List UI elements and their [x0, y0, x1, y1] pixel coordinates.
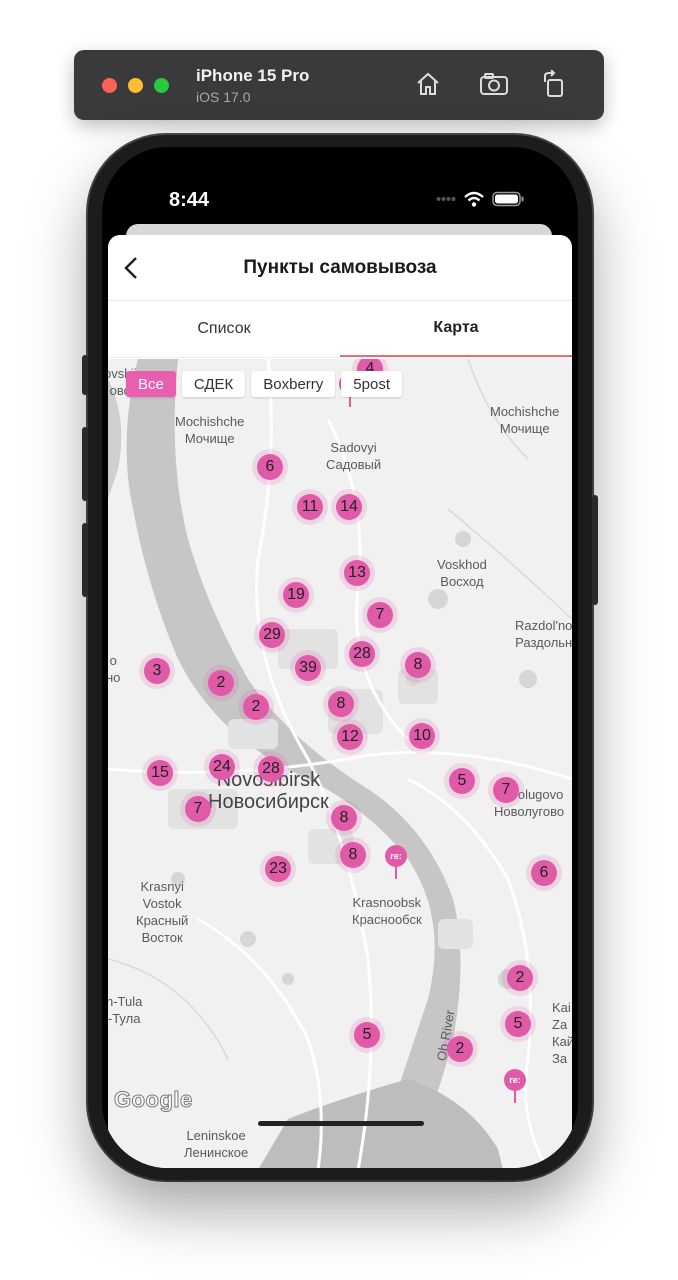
pickup-cluster[interactable]: 10	[409, 723, 435, 749]
power-button	[592, 495, 598, 605]
home-icon	[417, 72, 439, 95]
pickup-cluster[interactable]: 3	[144, 658, 170, 684]
rotate-icon	[544, 70, 563, 97]
google-logo: Google	[114, 1087, 193, 1113]
pickup-cluster[interactable]: 11	[297, 494, 323, 520]
pickup-cluster[interactable]: 28	[258, 756, 284, 782]
pickup-cluster[interactable]: 19	[283, 582, 309, 608]
cellular-icon	[436, 197, 456, 201]
pickup-cluster[interactable]: 8	[405, 652, 431, 678]
place-label: Mochishche Мочище	[490, 404, 560, 436]
pickup-cluster[interactable]: 5	[354, 1022, 380, 1048]
filter-5post-chip[interactable]: 5post	[341, 371, 402, 397]
place-label: Razdol'no Раздольн	[515, 618, 572, 650]
filter-all-chip[interactable]: Все	[126, 371, 176, 397]
home-indicator[interactable]	[258, 1121, 424, 1126]
screen: 8:44 Пункты самовывоза Список Карта Все …	[102, 147, 578, 1168]
pickup-cluster[interactable]: 5	[449, 768, 475, 794]
pickup-cluster[interactable]: 24	[209, 754, 235, 780]
battery-icon	[492, 191, 524, 207]
filter-boxberry-chip[interactable]: Boxberry	[251, 371, 336, 397]
pickup-cluster[interactable]: 23	[265, 856, 291, 882]
place-label: Kai Za Кай За	[552, 1000, 572, 1066]
pickup-cluster[interactable]: 29	[259, 622, 285, 648]
wifi-icon	[464, 191, 484, 207]
status-time: 8:44	[169, 189, 210, 211]
tab-list[interactable]: Список	[108, 301, 340, 357]
pickup-cluster[interactable]: 8	[331, 805, 357, 831]
place-label: Voskhod Восход	[437, 557, 487, 589]
filter-cdek-chip[interactable]: СДЕК	[181, 371, 246, 397]
pickup-cluster[interactable]: 14	[336, 494, 362, 520]
pickup-cluster[interactable]: 2	[447, 1036, 473, 1062]
navigation-bar: Пункты самовывоза	[108, 235, 572, 301]
pickup-cluster[interactable]: 13	[344, 560, 370, 586]
map-view[interactable]: Все СДЕК Boxberry 5post ovskiiово Mochis…	[108, 359, 572, 1168]
pickup-cluster[interactable]: 7	[185, 796, 211, 822]
pickup-cluster[interactable]: 7	[367, 602, 393, 628]
place-label: Sadovyi Садовый	[326, 440, 382, 472]
place-label: Mochishche Мочище	[175, 414, 245, 446]
status-icons	[436, 191, 524, 207]
rotate-button[interactable]	[538, 68, 570, 100]
pickup-cluster[interactable]: 5	[505, 1011, 531, 1037]
map-background	[108, 359, 572, 1168]
place-label: Leninskoe Ленинское	[184, 1128, 249, 1160]
page-title: Пункты самовывоза	[243, 257, 437, 278]
pickup-cluster[interactable]: 6	[257, 454, 283, 480]
place-label: Krasnyi Vostok Красный Восток	[136, 879, 189, 945]
courier-filter-chips: Все СДЕК Boxberry 5post	[126, 371, 402, 397]
pickup-cluster[interactable]: 2	[208, 670, 234, 696]
pickup-cluster[interactable]: 8	[340, 842, 366, 868]
pickup-cluster[interactable]: 6	[531, 860, 557, 886]
pickup-cluster[interactable]: 2	[507, 965, 533, 991]
tab-map[interactable]: Карта	[340, 301, 572, 357]
pickup-cluster[interactable]: 7	[493, 777, 519, 803]
device-name: iPhone 15 Pro	[196, 66, 310, 85]
pickup-cluster[interactable]: 12	[337, 724, 363, 750]
os-version: iOS 17.0	[196, 89, 251, 105]
home-button[interactable]	[412, 68, 444, 100]
action-button	[82, 355, 88, 395]
volume-down-button	[82, 523, 88, 597]
view-tabs: Список Карта	[108, 301, 572, 358]
simulator-stage: iPhone 15 Pro iOS 17.0 8:44 Пункты самов…	[0, 0, 678, 1280]
place-label: h-Tula -Тула	[108, 994, 143, 1026]
pickup-pin[interactable]: re:	[385, 845, 407, 879]
pickup-points-sheet: Пункты самовывоза Список Карта Все СДЕК …	[108, 235, 572, 1168]
place-label: o но	[108, 653, 121, 685]
camera-icon	[480, 73, 508, 95]
pickup-cluster[interactable]: 8	[328, 691, 354, 717]
close-window-button[interactable]	[102, 78, 117, 93]
pickup-cluster[interactable]: 28	[349, 641, 375, 667]
pickup-pin[interactable]: re:	[504, 1069, 526, 1103]
pickup-cluster[interactable]: 39	[295, 655, 321, 681]
pickup-cluster[interactable]: 2	[243, 694, 269, 720]
simulator-toolbar: iPhone 15 Pro iOS 17.0	[74, 50, 604, 120]
iphone-frame: 8:44 Пункты самовывоза Список Карта Все …	[82, 135, 598, 1180]
minimize-window-button[interactable]	[128, 78, 143, 93]
volume-up-button	[82, 427, 88, 501]
pickup-cluster[interactable]: 15	[147, 760, 173, 786]
place-label: Krasnoobsk Краснообск	[352, 895, 422, 927]
zoom-window-button[interactable]	[154, 78, 169, 93]
screenshot-button[interactable]	[478, 68, 510, 100]
